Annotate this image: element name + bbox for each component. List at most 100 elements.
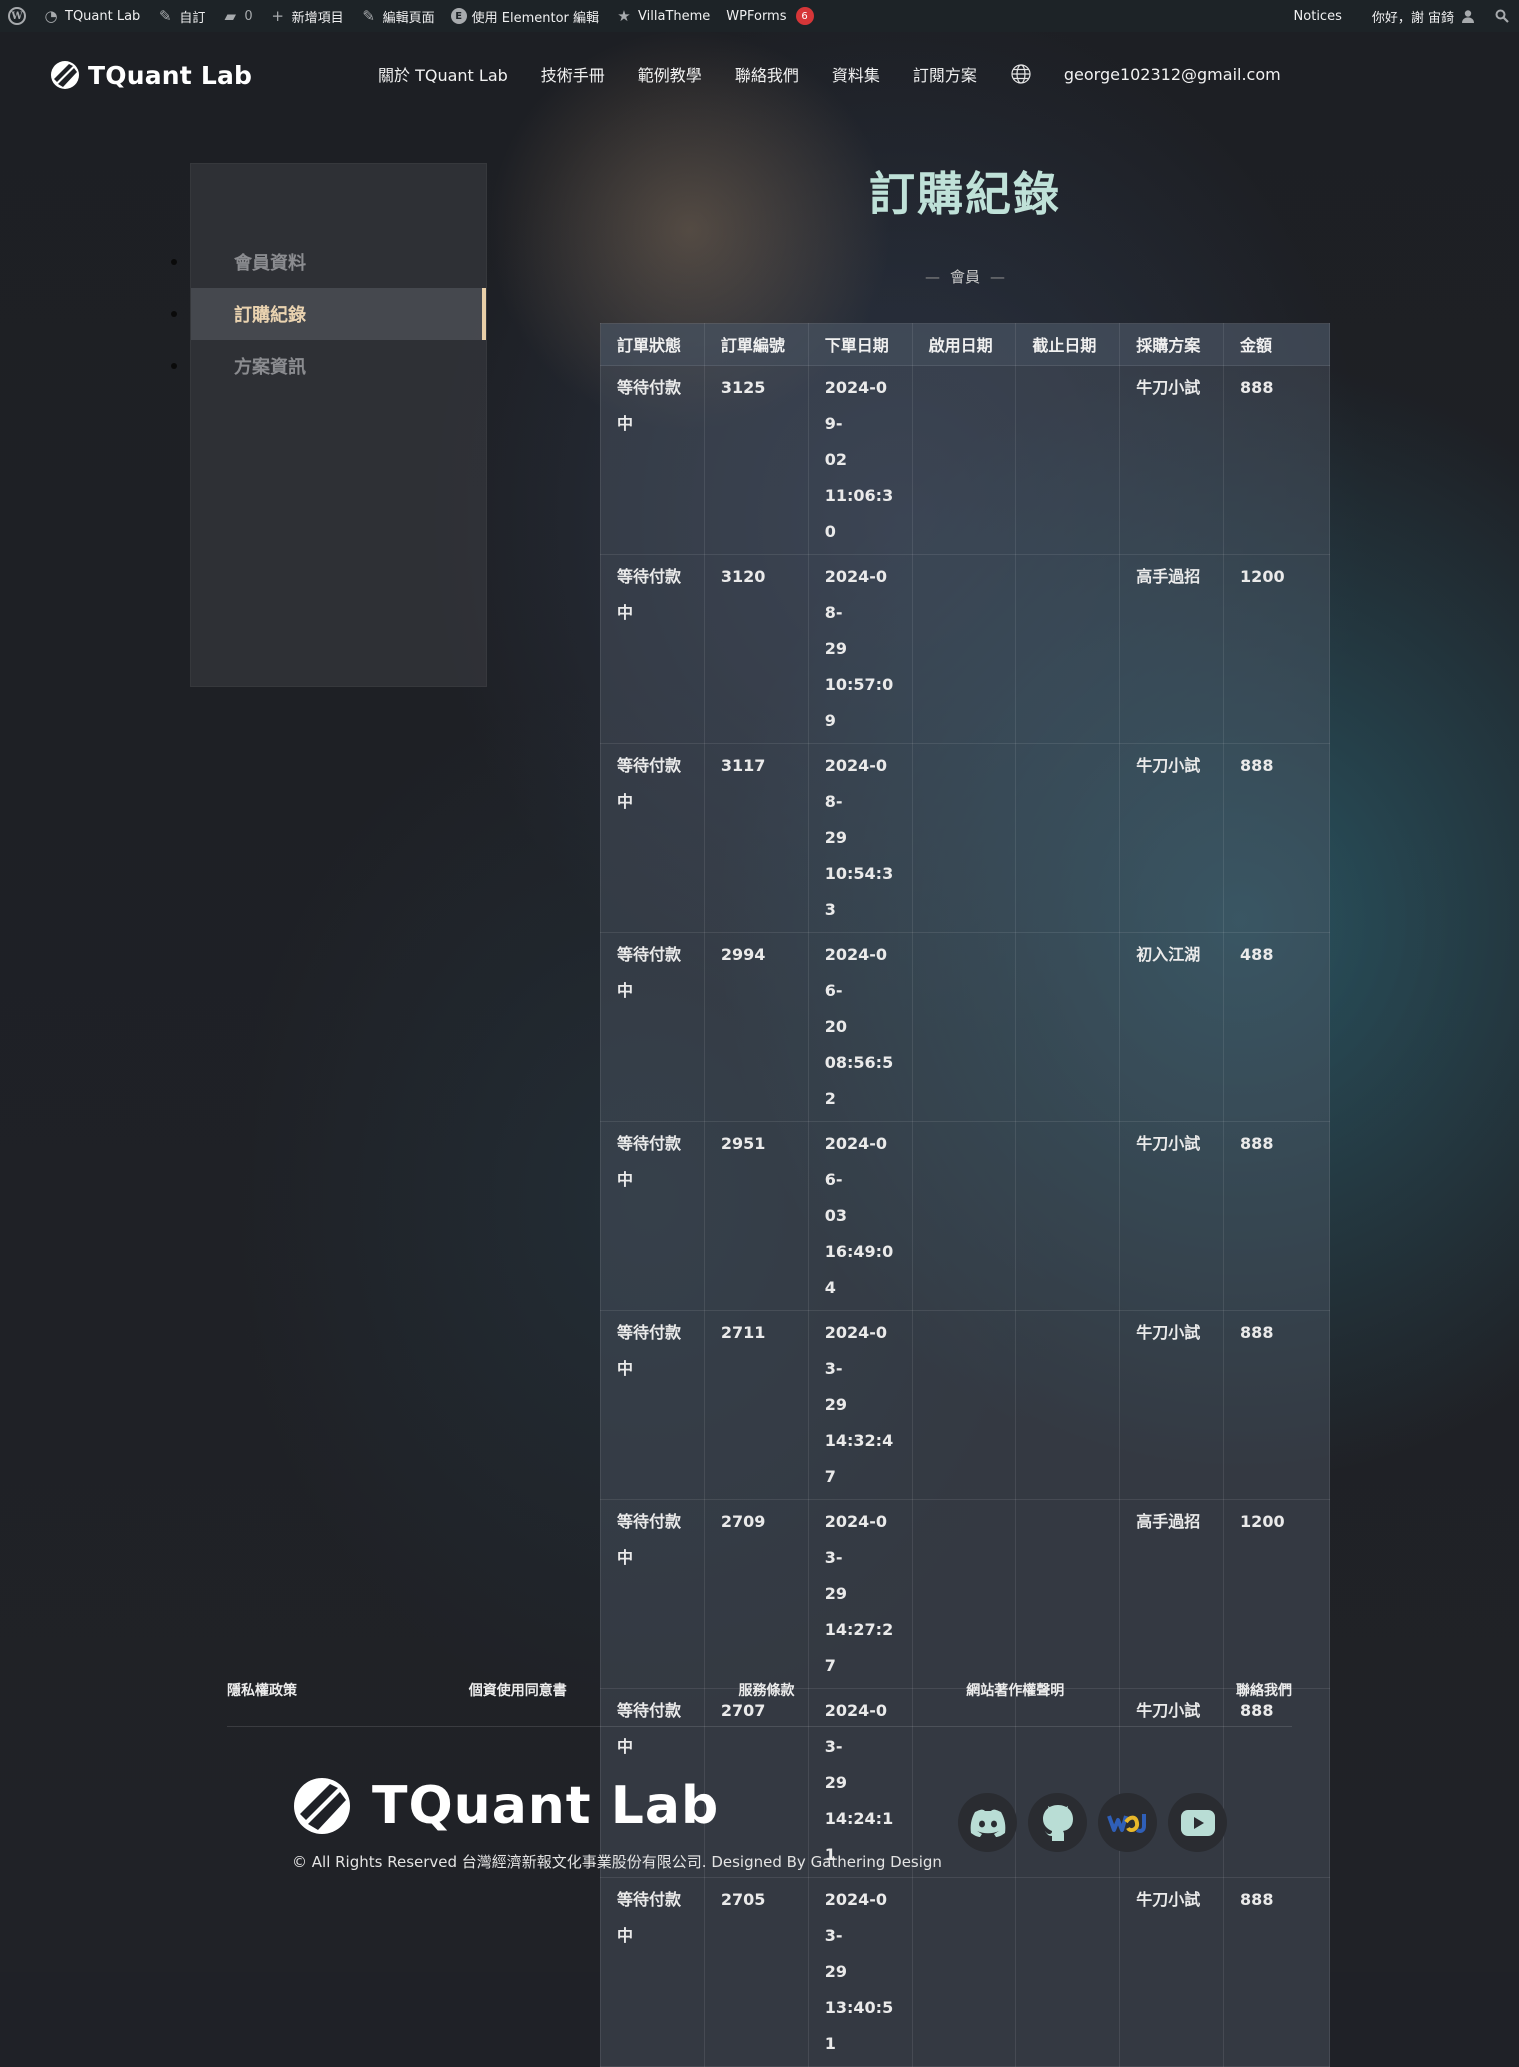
membership-role: — 會員 — [600, 266, 1330, 287]
cell-start-date [911, 932, 1017, 1122]
cell-end-date [1015, 1499, 1121, 1689]
cell-plan: 初入江湖 [1119, 932, 1225, 1122]
cell-plan: 牛刀小試 [1119, 1877, 1225, 2067]
footer-link-data-consent[interactable]: 個資使用同意書 [469, 1680, 567, 1700]
cell-order-number: 2709 [703, 1499, 809, 1689]
footer-link-terms[interactable]: 服務條款 [739, 1680, 795, 1700]
admin-search-button[interactable] [1485, 0, 1519, 32]
wpforms-notification-badge: 6 [795, 7, 814, 25]
edit-page-link[interactable]: ✎ 編輯頁面 [352, 0, 443, 32]
account-email-link[interactable]: george102312@gmail.com [1064, 65, 1281, 84]
column-header-amount: 金額 [1223, 323, 1330, 366]
cell-status: 等待付款中 [600, 932, 705, 1122]
cell-order-date: 2024-06- 20 08:56:52 [807, 932, 913, 1122]
footer-link-privacy[interactable]: 隱私權政策 [227, 1680, 297, 1700]
wordpress-icon: W [8, 7, 26, 25]
role-dash-right: — [990, 268, 1005, 286]
table-row: 等待付款中 3117 2024-08- 29 10:54:33 牛刀小試 888 [600, 743, 1330, 933]
cell-order-date: 2024-03- 29 13:40:51 [807, 1877, 913, 2067]
sidebar-menu: 會員資料 訂購紀錄 方案資訊 [171, 236, 486, 392]
customize-label: 自訂 [179, 10, 206, 26]
cell-start-date [911, 1310, 1017, 1500]
cell-order-number: 2711 [703, 1310, 809, 1500]
notices-label: Notices [1293, 8, 1342, 24]
cell-order-number: 3117 [703, 743, 809, 933]
nav-tech-manual[interactable]: 技術手冊 [541, 62, 605, 86]
cell-amount: 888 [1223, 743, 1330, 933]
customize-link[interactable]: ✎ 自訂 [148, 0, 213, 32]
cell-amount: 1200 [1223, 1499, 1330, 1689]
nav-datasets[interactable]: 資料集 [832, 62, 880, 86]
star-icon: ★ [617, 7, 631, 25]
list-bullet [171, 259, 177, 265]
cell-end-date [1015, 743, 1121, 933]
youtube-icon[interactable] [1168, 1793, 1227, 1852]
table-row: 等待付款中 2711 2024-03- 29 14:32:47 牛刀小試 888 [600, 1310, 1330, 1500]
nav-subscription[interactable]: 訂閱方案 [913, 62, 977, 86]
footer-logo-text: TQuant Lab [372, 1776, 720, 1836]
elementor-edit-link[interactable]: E 使用 Elementor 編輯 [443, 0, 607, 32]
cell-amount: 488 [1223, 932, 1330, 1122]
column-header-order-number: 訂單編號 [703, 323, 809, 366]
site-name-link[interactable]: ◔ TQuant Lab [34, 0, 148, 32]
cell-start-date [911, 554, 1017, 744]
cell-plan: 牛刀小試 [1119, 1121, 1225, 1311]
cell-order-number: 2707 [703, 1688, 809, 1878]
cell-order-date: 2024-03- 29 14:24:11 [807, 1688, 913, 1878]
nav-tutorials[interactable]: 範例教學 [638, 62, 702, 86]
villatheme-link[interactable]: ★ VillaTheme [607, 0, 718, 32]
discord-icon[interactable] [958, 1793, 1017, 1852]
sidebar-item-order-history[interactable]: 訂購紀錄 [171, 288, 486, 340]
dashboard-icon: ◔ [44, 7, 58, 25]
cell-order-number: 2951 [703, 1121, 809, 1311]
tej-icon[interactable] [1098, 1793, 1157, 1852]
footer-link-contact[interactable]: 聯絡我們 [1236, 1680, 1292, 1700]
brush-icon: ✎ [159, 7, 172, 25]
wordpress-logo-button[interactable]: W [0, 0, 34, 32]
cell-status: 等待付款中 [600, 365, 705, 555]
copyright-text: © All Rights Reserved 台灣經濟新報文化事業股份有限公司. … [292, 1853, 942, 1871]
account-sidebar: 會員資料 訂購紀錄 方案資訊 [171, 163, 487, 687]
cell-status: 等待付款中 [600, 743, 705, 933]
cell-end-date [1015, 1877, 1121, 2067]
site-logo-link[interactable]: TQuant Lab [50, 60, 252, 90]
cell-status: 等待付款中 [600, 1877, 705, 2067]
comments-link[interactable]: ▰ 0 [213, 0, 260, 32]
cell-amount: 888 [1223, 1121, 1330, 1311]
github-icon[interactable] [1028, 1793, 1087, 1852]
my-account-link[interactable]: 你好，謝 宙錡 [1364, 0, 1485, 32]
cell-amount: 888 [1223, 1877, 1330, 2067]
cell-order-date: 2024-03- 29 14:27:27 [807, 1499, 913, 1689]
new-item-link[interactable]: + 新增項目 [261, 0, 352, 32]
comments-count: 0 [244, 8, 253, 24]
cell-plan: 牛刀小試 [1119, 365, 1225, 555]
cell-order-date: 2024-09- 02 11:06:30 [807, 365, 913, 555]
column-header-order-date: 下單日期 [807, 323, 913, 366]
footer-link-copyright[interactable]: 網站著作權聲明 [966, 1680, 1064, 1700]
sidebar-item-plan-info[interactable]: 方案資訊 [171, 340, 486, 392]
table-header-row: 訂單狀態 訂單編號 下單日期 啟用日期 截止日期 採購方案 金額 [600, 323, 1330, 366]
cell-plan: 牛刀小試 [1119, 1310, 1225, 1500]
sidebar-item-label: 訂購紀錄 [234, 305, 306, 326]
elementor-icon: E [450, 8, 467, 24]
main-nav: 關於 TQuant Lab 技術手冊 範例教學 聯絡我們 資料集 訂閱方案 ge… [378, 62, 1281, 86]
cell-end-date [1015, 554, 1121, 744]
site-name-label: TQuant Lab [65, 8, 141, 24]
cell-order-date: 2024-03- 29 14:32:47 [807, 1310, 913, 1500]
nav-contact[interactable]: 聯絡我們 [735, 62, 799, 86]
wpforms-link[interactable]: WPForms 6 [718, 0, 821, 32]
nav-about[interactable]: 關於 TQuant Lab [378, 62, 508, 86]
cell-order-date: 2024-06- 03 16:49:04 [807, 1121, 913, 1311]
footer-links: 隱私權政策 個資使用同意書 服務條款 網站著作權聲明 聯絡我們 [227, 1680, 1292, 1700]
sidebar-item-member-info[interactable]: 會員資料 [171, 236, 486, 288]
cell-amount: 888 [1223, 1310, 1330, 1500]
column-header-start-date: 啟用日期 [911, 323, 1017, 366]
sidebar-item-label: 方案資訊 [234, 357, 306, 378]
footer-logo: TQuant Lab [292, 1776, 719, 1836]
new-item-label: 新增項目 [291, 10, 344, 26]
cell-start-date [911, 1877, 1017, 2067]
cell-end-date [1015, 365, 1121, 555]
language-globe-icon[interactable] [1010, 63, 1032, 85]
cell-plan: 牛刀小試 [1119, 743, 1225, 933]
notices-link[interactable]: Notices [1286, 0, 1350, 32]
